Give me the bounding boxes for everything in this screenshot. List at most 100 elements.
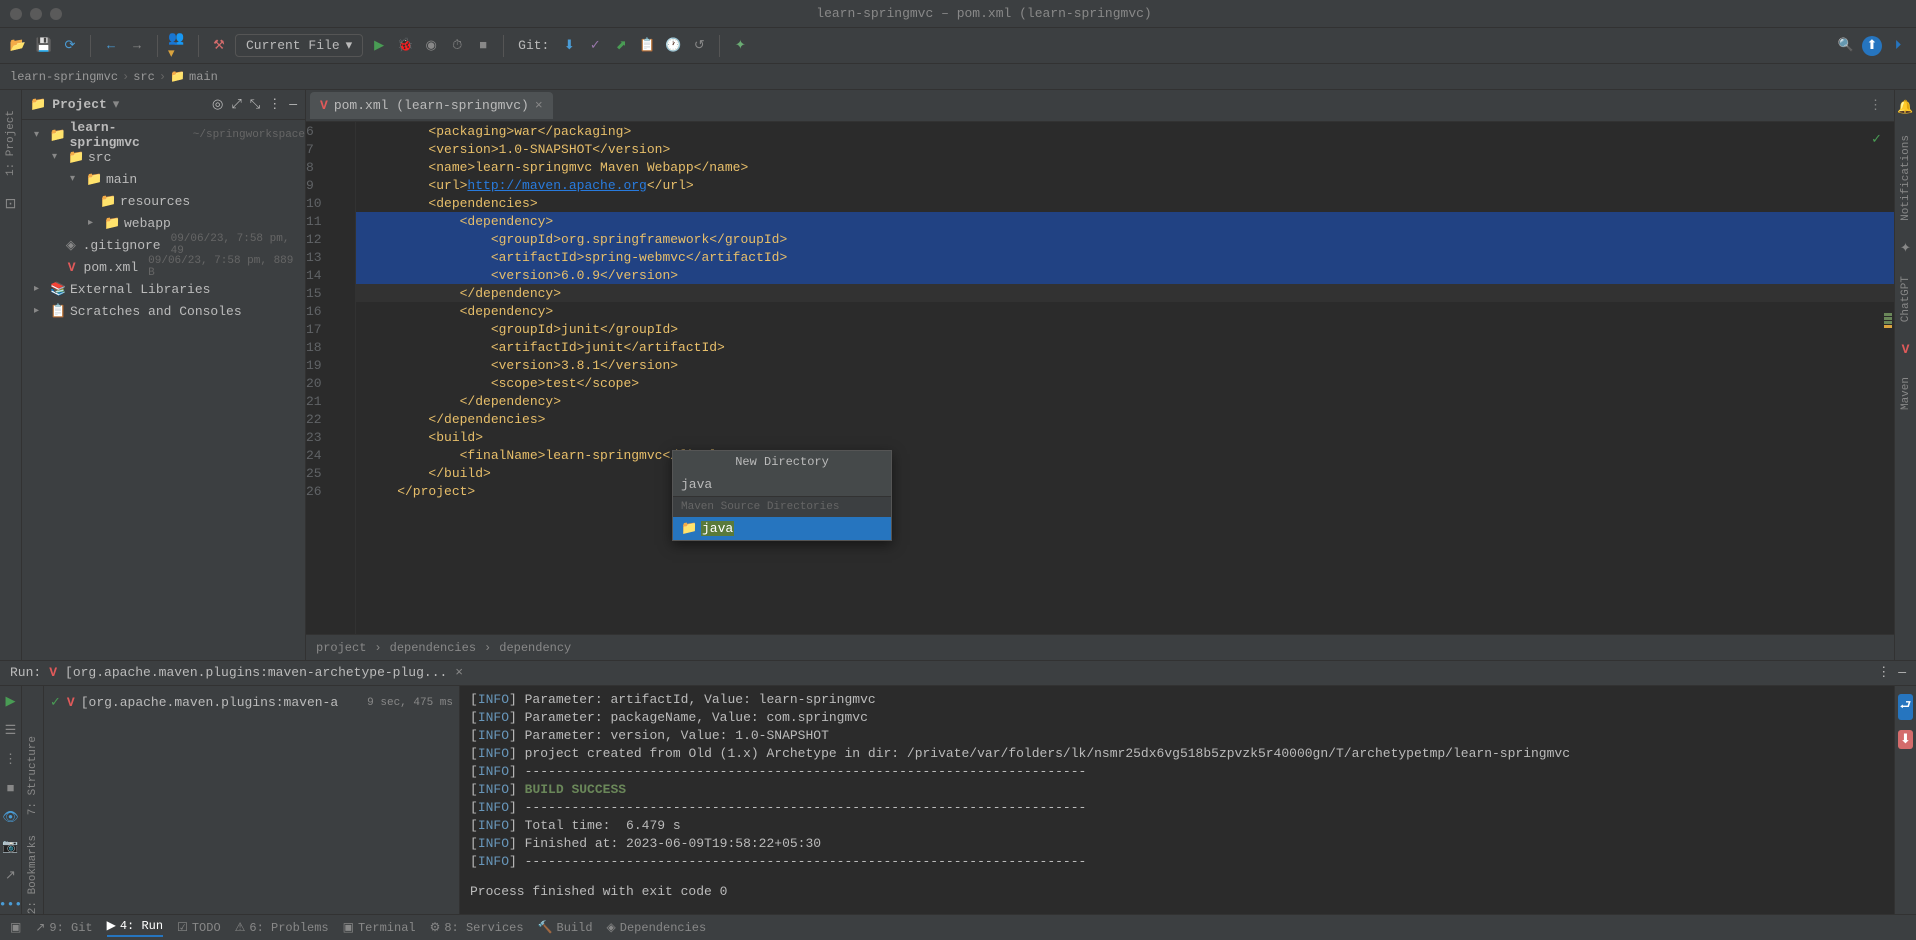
run-tab-label[interactable]: [org.apache.maven.plugins:maven-archetyp… (65, 665, 447, 680)
status-deps[interactable]: ◈ Dependencies (607, 920, 707, 935)
maven-icon: V (67, 695, 75, 710)
maven-icon: V (320, 98, 328, 113)
tree-gitignore[interactable]: ◈.gitignore 09/06/23, 7:58 pm, 49 (22, 234, 305, 256)
close-window[interactable] (10, 8, 22, 20)
run-anything-icon[interactable]: ⏵ (1888, 36, 1908, 56)
more-icon[interactable]: ⋮ (4, 752, 17, 767)
expand-icon[interactable]: ⤢ (231, 97, 241, 112)
separator (90, 35, 91, 57)
code-editor[interactable]: 6789 10111213 14151617 18192021 22232425… (306, 122, 1894, 634)
ai-icon[interactable]: ✦ (730, 36, 750, 56)
minimize-window[interactable] (30, 8, 42, 20)
tree-resources[interactable]: 📁resources (22, 190, 305, 212)
tree-scratches[interactable]: ▸ 📋Scratches and Consoles (22, 300, 305, 322)
git-log-icon[interactable]: 🕐 (663, 36, 683, 56)
breadcrumb-item[interactable]: learn-springmvc (10, 70, 118, 84)
chatgpt-tool[interactable]: ChatGPT (1900, 276, 1912, 322)
bookmarks-tool[interactable]: 2: Bookmarks (27, 835, 39, 914)
save-icon[interactable]: 💾 (34, 36, 54, 56)
run-icon[interactable]: ▶ (369, 36, 389, 56)
sync-icon[interactable]: ⟳ (60, 36, 80, 56)
open-icon[interactable]: 📂 (8, 36, 28, 56)
collapse-icon[interactable]: ⤡ (250, 97, 260, 112)
eye-icon[interactable]: 👁 (2, 810, 19, 825)
maven-tool[interactable]: Maven (1900, 377, 1912, 410)
run-right-toolbar: ⮐ ⬇ (1894, 686, 1916, 914)
close-tab-icon[interactable]: × (535, 98, 543, 113)
search-icon[interactable]: 🔍 (1836, 36, 1856, 56)
build-icon[interactable]: ⚒ (209, 36, 229, 56)
run-console[interactable]: [INFO] Parameter: artifactId, Value: lea… (460, 686, 1894, 914)
tree-webapp[interactable]: ▸ 📁webapp (22, 212, 305, 234)
more-icon[interactable]: ⋮ (268, 97, 281, 112)
status-todo[interactable]: ☑ TODO (177, 920, 221, 935)
crumb-item[interactable]: dependencies (390, 641, 476, 655)
structure-tool[interactable]: 7: Structure (27, 736, 39, 815)
breadcrumb-item[interactable]: main (189, 70, 218, 84)
code-content[interactable]: <packaging>war</packaging> <version>1.0-… (356, 122, 1894, 634)
run-tree-item[interactable]: ✓ V [org.apache.maven.plugins:maven-a 9 … (50, 692, 453, 714)
git-pull-icon[interactable]: ⬇ (559, 36, 579, 56)
export-icon[interactable]: ↗ (5, 868, 16, 883)
stop-icon[interactable]: ■ (7, 781, 15, 796)
commit-tool-icon[interactable]: ⊡ (5, 196, 17, 213)
crumb-item[interactable]: dependency (499, 641, 571, 655)
tree-pom[interactable]: Vpom.xml 09/06/23, 7:58 pm, 889 B (22, 256, 305, 278)
popup-suggestion-java[interactable]: 📁 java (673, 517, 891, 540)
camera-icon[interactable]: 📷 (2, 839, 18, 854)
extras-icon[interactable]: ••• (0, 897, 22, 912)
filter-icon[interactable]: ☰ (5, 723, 17, 738)
notifications-icon[interactable]: 🔔 (1897, 100, 1913, 115)
project-panel-title: Project (52, 97, 107, 112)
forward-icon[interactable]: → (127, 36, 147, 56)
directory-name-input[interactable] (681, 477, 883, 492)
notifications-tool[interactable]: Notifications (1900, 135, 1912, 221)
coverage-icon[interactable]: ◉ (421, 36, 441, 56)
codewithme-icon[interactable]: 👥▾ (168, 36, 188, 56)
git-history-icon[interactable]: 📋 (637, 36, 657, 56)
git-rollback-icon[interactable]: ↺ (689, 36, 709, 56)
tree-root[interactable]: ▾ 📁 learn-springmvc ~/springworkspace (22, 124, 305, 146)
status-git[interactable]: ↗ 9: Git (35, 920, 92, 935)
back-icon[interactable]: ← (101, 36, 121, 56)
maven-icon[interactable]: V (1902, 342, 1910, 357)
more-icon[interactable]: ⋮ (1877, 665, 1890, 680)
status-indicator[interactable]: ▣ (10, 920, 21, 935)
status-terminal[interactable]: ▣ Terminal (343, 920, 416, 935)
git-push-icon[interactable]: ⬈ (611, 36, 631, 56)
scroll-icon[interactable]: ⬇ (1898, 730, 1913, 749)
minimize-icon[interactable]: — (289, 97, 297, 112)
popup-section-header: Maven Source Directories (673, 497, 891, 517)
run-tree-time: 9 sec, 475 ms (367, 697, 453, 709)
stop-icon[interactable]: ■ (473, 36, 493, 56)
project-tool-button[interactable]: 1: Project (5, 110, 17, 176)
softwrap-icon[interactable]: ⮐ (1898, 694, 1914, 720)
close-tab-icon[interactable]: × (455, 665, 463, 680)
scrollbar-markers (1884, 312, 1892, 328)
tab-pom[interactable]: V pom.xml (learn-springmvc) × (310, 92, 553, 119)
titlebar: learn-springmvc – pom.xml (learn-springm… (0, 0, 1916, 28)
minimize-icon[interactable]: — (1898, 665, 1906, 680)
status-run[interactable]: ▶ 4: Run (107, 918, 163, 937)
inspection-ok-icon[interactable]: ✓ (1871, 132, 1882, 147)
run-config-selector[interactable]: Current File ▾ (235, 34, 363, 57)
profile-icon[interactable]: ⏱ (447, 36, 467, 56)
tab-more-icon[interactable]: ⋮ (1869, 98, 1882, 113)
run-panel-header: Run: V [org.apache.maven.plugins:maven-a… (0, 661, 1916, 686)
git-commit-icon[interactable]: ✓ (585, 36, 605, 56)
status-services[interactable]: ⚙ 8: Services (430, 920, 524, 935)
maximize-window[interactable] (50, 8, 62, 20)
tree-main[interactable]: ▾ 📁main (22, 168, 305, 190)
run-config-label: Current File (246, 38, 340, 53)
settings-icon[interactable]: ⬆ (1862, 36, 1882, 56)
chatgpt-icon[interactable]: ✦ (1900, 241, 1911, 256)
debug-icon[interactable]: 🐞 (395, 36, 415, 56)
tree-external-libs[interactable]: ▸ 📚External Libraries (22, 278, 305, 300)
chevron-down-icon[interactable]: ▾ (113, 97, 120, 112)
status-build[interactable]: 🔨 Build (538, 920, 593, 935)
crumb-item[interactable]: project (316, 641, 366, 655)
target-icon[interactable]: ◎ (212, 97, 223, 112)
status-problems[interactable]: ⚠ 6: Problems (235, 920, 329, 935)
rerun-icon[interactable]: ▶ (6, 694, 16, 709)
breadcrumb-item[interactable]: src (133, 70, 155, 84)
